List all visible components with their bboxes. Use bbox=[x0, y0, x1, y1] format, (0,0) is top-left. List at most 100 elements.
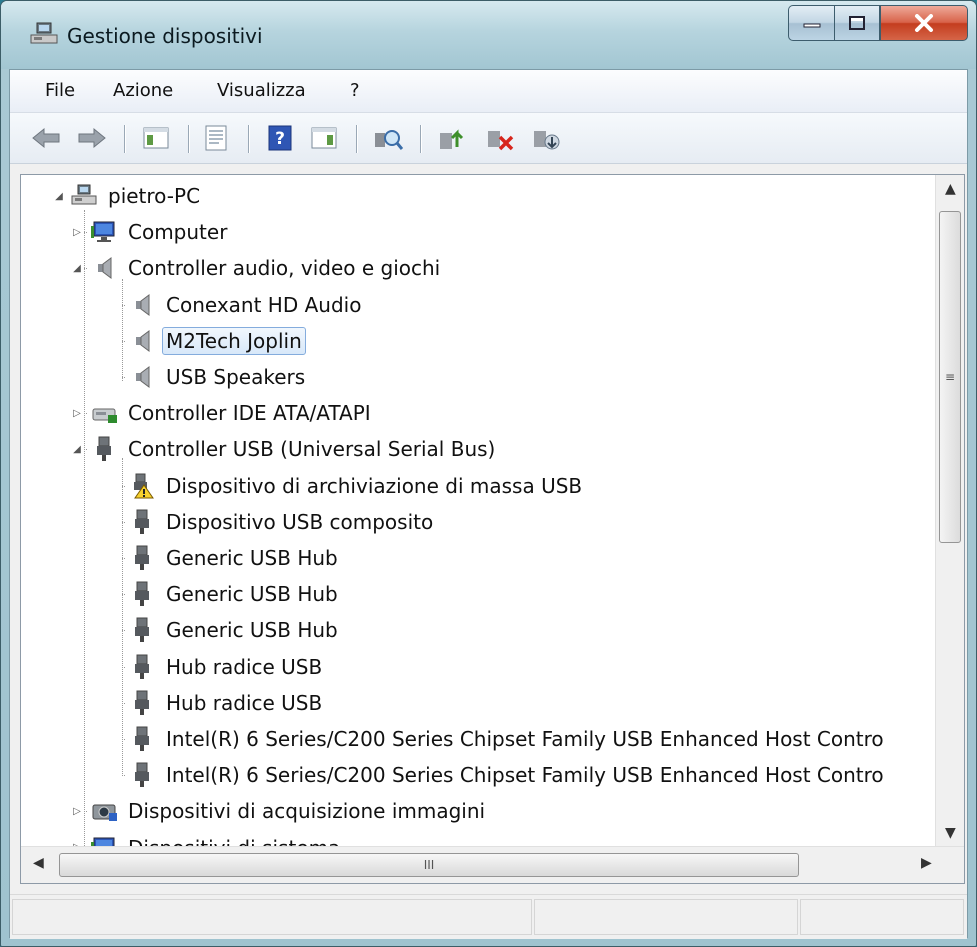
usb-plug-icon bbox=[129, 762, 155, 788]
tree-category-item[interactable]: ▷ Computer bbox=[73, 215, 231, 249]
toolbar-separator bbox=[188, 125, 189, 153]
vertical-scrollbar[interactable]: ▲ ≡ ▼ bbox=[935, 175, 964, 847]
scroll-left-arrow-icon[interactable]: ◀ bbox=[33, 855, 44, 871]
window-title: Gestione dispositivi bbox=[67, 24, 263, 48]
monitor-icon bbox=[91, 219, 117, 245]
tree-item-label: Intel(R) 6 Series/C200 Series Chipset Fa… bbox=[166, 727, 884, 751]
scroll-right-arrow-icon[interactable]: ▶ bbox=[921, 855, 932, 871]
speaker-icon bbox=[129, 364, 155, 390]
tree-item-label: Controller audio, video e giochi bbox=[128, 256, 441, 281]
toolbar-separator bbox=[420, 125, 421, 153]
tree-guide-line bbox=[122, 485, 125, 487]
tree-device-item[interactable]: USB Speakers bbox=[122, 360, 309, 394]
back-button[interactable] bbox=[30, 123, 62, 153]
minimize-button[interactable] bbox=[788, 5, 834, 41]
tree-item-label: Dispositivi di acquisizione immagini bbox=[128, 799, 486, 824]
title-bar[interactable]: Gestione dispositivi bbox=[1, 1, 976, 69]
menu-visualizza[interactable]: Visualizza bbox=[217, 80, 306, 101]
menu-file[interactable]: File bbox=[45, 80, 75, 101]
tree-device-item[interactable]: M2Tech Joplin bbox=[122, 324, 306, 358]
tree-device-item[interactable]: Generic USB Hub bbox=[122, 577, 342, 611]
tree-root-item[interactable]: ◢ pietro-PC bbox=[53, 179, 204, 213]
scroll-down-arrow-icon[interactable]: ▼ bbox=[945, 825, 956, 841]
device-tree[interactable]: ◢ pietro-PC ▷ Computer ◢ Controller audio, … bbox=[20, 174, 965, 884]
close-button[interactable] bbox=[880, 5, 968, 41]
uninstall-device-button[interactable] bbox=[530, 123, 562, 153]
camera-icon bbox=[91, 798, 117, 824]
menu-help[interactable]: ? bbox=[350, 80, 360, 101]
help-button[interactable]: ? bbox=[264, 123, 296, 153]
tree-category-item[interactable]: ▷ Dispositivi di acquisizione immagini bbox=[73, 794, 489, 828]
horizontal-scrollbar[interactable]: ◀ III ▶ bbox=[21, 846, 964, 883]
tree-device-item[interactable]: Conexant HD Audio bbox=[122, 288, 365, 322]
tree-device-item[interactable]: Generic USB Hub bbox=[122, 541, 342, 575]
maximize-button[interactable] bbox=[834, 5, 880, 41]
tree-guide-line bbox=[122, 666, 125, 668]
tree-item-label: Generic USB Hub bbox=[166, 582, 338, 607]
console-tree-button[interactable] bbox=[140, 123, 172, 153]
status-bar bbox=[10, 894, 967, 939]
tree-device-item[interactable]: Intel(R) 6 Series/C200 Series Chipset Fa… bbox=[122, 758, 888, 792]
expand-triangle-icon[interactable]: ▷ bbox=[71, 407, 83, 419]
menu-azione[interactable]: Azione bbox=[113, 80, 173, 101]
tree-item-label: M2Tech Joplin bbox=[162, 326, 306, 355]
usb-plug-icon bbox=[129, 581, 155, 607]
speaker-icon bbox=[91, 255, 117, 281]
tree-item-label: Generic USB Hub bbox=[166, 546, 338, 570]
tree-device-item[interactable]: Dispositivo di archiviazione di massa US… bbox=[122, 469, 586, 503]
tree-guide-line bbox=[84, 210, 85, 858]
toolbar-separator bbox=[248, 125, 249, 153]
scroll-up-arrow-icon[interactable]: ▲ bbox=[945, 181, 956, 197]
scan-hardware-button[interactable] bbox=[372, 123, 404, 153]
computer-root-icon bbox=[71, 183, 97, 209]
uninstall-device-icon bbox=[534, 131, 560, 150]
properties-button[interactable] bbox=[200, 123, 232, 153]
tree-device-item[interactable]: Intel(R) 6 Series/C200 Series Chipset Fa… bbox=[122, 722, 888, 756]
tree-item-label: Controller IDE ATA/ATAPI bbox=[128, 401, 371, 426]
tree-guide-line bbox=[84, 449, 87, 451]
tree-guide-line bbox=[122, 594, 125, 596]
update-driver-button[interactable] bbox=[436, 123, 468, 153]
tree-device-item[interactable]: Generic USB Hub bbox=[122, 613, 342, 647]
properties-icon bbox=[205, 125, 227, 151]
tree-item-label: Intel(R) 6 Series/C200 Series Chipset Fa… bbox=[166, 763, 884, 788]
tree-guide-line bbox=[122, 558, 125, 559]
expand-triangle-icon[interactable]: ▷ bbox=[71, 805, 83, 817]
tree-guide-line bbox=[122, 521, 125, 523]
tree-device-item[interactable]: Hub radice USB bbox=[122, 650, 326, 684]
disable-device-button[interactable] bbox=[484, 123, 516, 153]
usb-warning-icon bbox=[129, 473, 155, 499]
maximize-icon bbox=[849, 16, 865, 30]
action-pane-button[interactable] bbox=[308, 123, 340, 153]
status-pane bbox=[534, 899, 798, 935]
update-driver-icon bbox=[440, 129, 464, 149]
tree-guide-line bbox=[122, 340, 125, 342]
collapse-triangle-icon[interactable]: ◢ bbox=[53, 190, 65, 202]
menu-bar: File Azione Visualizza ? bbox=[10, 70, 967, 113]
tree-guide-line bbox=[84, 413, 87, 415]
tree-category-item[interactable]: ▷ Controller IDE ATA/ATAPI bbox=[73, 396, 375, 430]
collapse-triangle-icon[interactable]: ◢ bbox=[71, 443, 83, 455]
tree-item-label: USB Speakers bbox=[166, 365, 306, 389]
tree-guide-line bbox=[122, 458, 123, 776]
close-icon bbox=[915, 14, 933, 32]
tree-device-item[interactable]: Dispositivo USB composito bbox=[122, 505, 437, 539]
tree-item-label: Hub radice USB bbox=[166, 654, 323, 679]
tree-category-item[interactable]: ◢ Controller USB (Universal Serial Bus) bbox=[73, 432, 499, 466]
expand-triangle-icon[interactable]: ▷ bbox=[71, 226, 83, 238]
tree-guide-line bbox=[84, 232, 87, 234]
tree-category-item[interactable]: ◢ Controller audio, video e giochi bbox=[73, 251, 444, 285]
forward-button[interactable] bbox=[76, 123, 108, 153]
vertical-scroll-thumb[interactable]: ≡ bbox=[939, 211, 961, 543]
back-arrow-icon bbox=[32, 127, 60, 149]
toolbar-separator bbox=[356, 125, 357, 153]
tree-device-item[interactable]: Hub radice USB bbox=[122, 686, 326, 720]
tree-item-label: Computer bbox=[128, 220, 228, 245]
usb-plug-icon bbox=[129, 509, 155, 535]
horizontal-scroll-thumb[interactable]: III bbox=[59, 853, 799, 877]
tree-guide-line bbox=[122, 304, 125, 306]
speaker-icon bbox=[129, 328, 155, 354]
collapse-triangle-icon[interactable]: ◢ bbox=[71, 262, 83, 274]
tree-item-label: Hub radice USB bbox=[166, 690, 323, 715]
tree-guide-line bbox=[122, 775, 125, 777]
